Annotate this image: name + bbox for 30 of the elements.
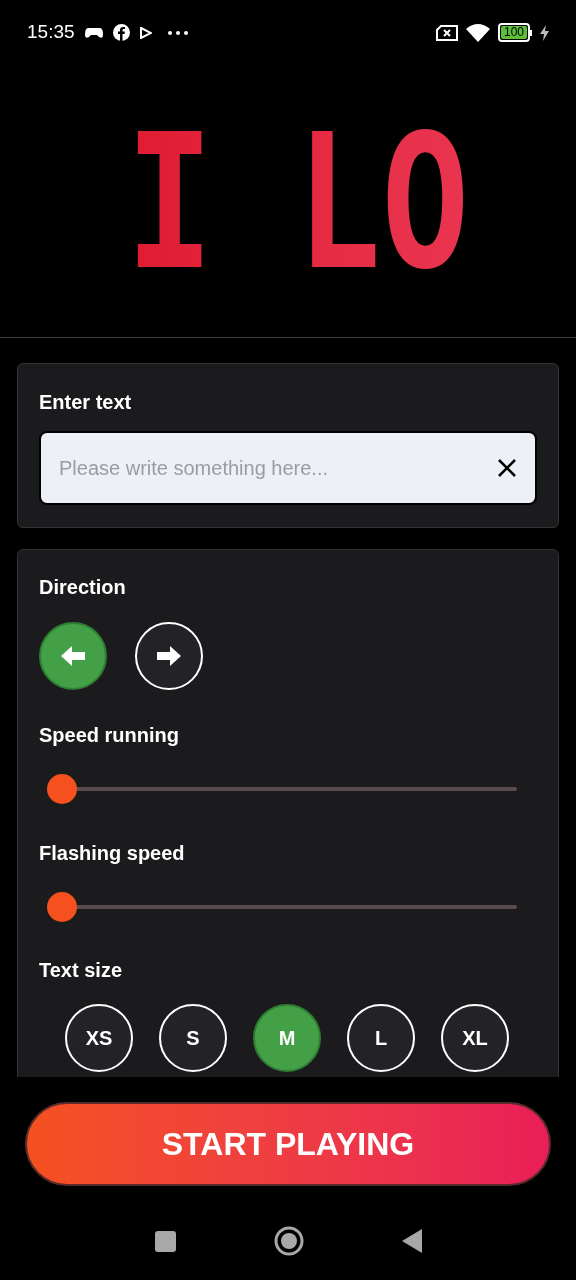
home-icon[interactable] (273, 1226, 304, 1256)
no-sim-icon (435, 24, 458, 41)
gamepad-icon (84, 26, 103, 39)
more-icon (167, 30, 188, 35)
clear-icon[interactable] (497, 458, 517, 478)
size-button[interactable]: XL (441, 1004, 509, 1072)
arrow-right-icon (157, 646, 181, 666)
slider-label: Flashing speed (39, 841, 186, 866)
slider-thumb[interactable] (47, 892, 77, 922)
charging-icon (540, 24, 549, 41)
start-button[interactable]: START PLAYING (25, 1102, 551, 1186)
slider-label: Speed running (39, 723, 180, 748)
arrow-left-icon (61, 646, 85, 666)
slider[interactable] (47, 892, 517, 922)
slider-thumb[interactable] (47, 774, 77, 804)
field-label: Enter text (39, 390, 133, 415)
slider[interactable] (47, 774, 517, 804)
facebook-icon (112, 24, 130, 41)
status-time: 15:35 (27, 20, 75, 45)
text-field[interactable]: Please write something here... (39, 431, 537, 505)
play-icon (139, 26, 152, 39)
wifi-icon (465, 23, 490, 42)
recents-icon[interactable] (154, 1230, 176, 1252)
battery-icon: 100 (497, 23, 532, 42)
section-label: Direction (39, 575, 127, 600)
size-button[interactable]: XS (65, 1004, 133, 1072)
section-label: Text size (39, 958, 123, 983)
back-icon[interactable] (401, 1229, 422, 1253)
size-button[interactable]: L (347, 1004, 415, 1072)
size-button[interactable]: S (159, 1004, 227, 1072)
